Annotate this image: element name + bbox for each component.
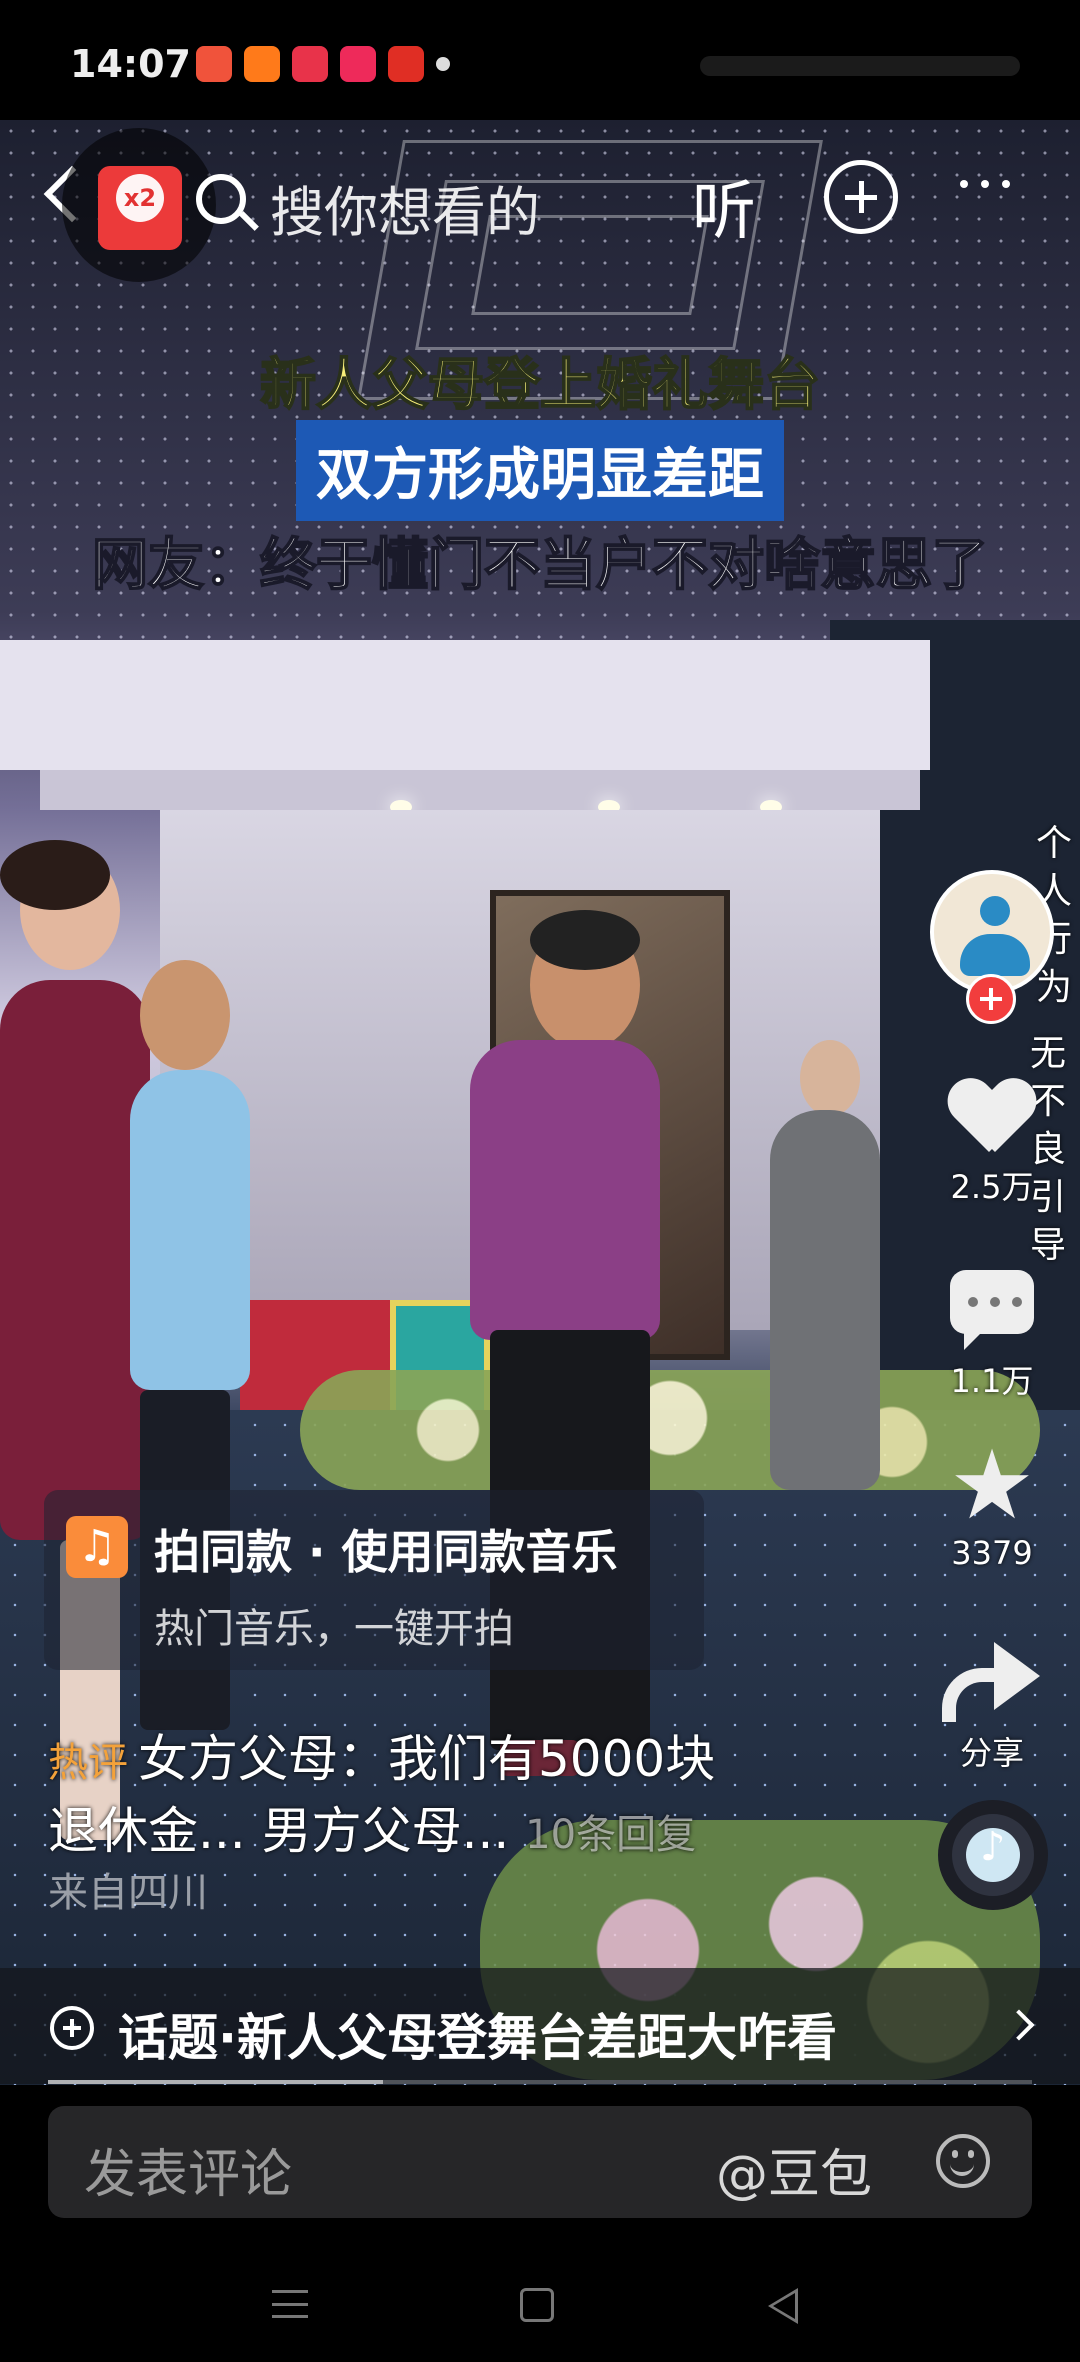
comment-icon [950, 1270, 1034, 1350]
toutiao-app-icon [388, 46, 424, 82]
music-note-icon: ♫ [66, 1516, 128, 1578]
status-app-icons [196, 46, 450, 82]
video-app-icon [196, 46, 232, 82]
avatar-eye-icon [980, 896, 1010, 926]
video-headline-3: 网友：终于懂门不当户不对啥意思了 [91, 532, 989, 599]
add-button[interactable] [824, 160, 898, 234]
mention-doubao-button[interactable]: @豆包 [716, 2132, 872, 2207]
share-button[interactable]: 分享 [930, 1640, 1054, 1774]
status-bar: 14:07 [0, 0, 1080, 120]
top-bar: x2 搜你想看的 听 [0, 120, 1080, 282]
reply-count[interactable]: 10条回复 [525, 1812, 696, 1858]
share-label: 分享 [959, 1734, 1024, 1772]
game-app-icon [292, 46, 328, 82]
douyin-app-icon [340, 46, 376, 82]
comment-input[interactable]: 发表评论 [84, 2132, 292, 2207]
chevron-right-icon [1003, 2009, 1035, 2041]
favorite-button[interactable]: ★ 3379 [930, 1429, 1054, 1572]
topic-text: 话题·新人父母登舞台差距大咋看 [118, 2009, 837, 2067]
recent-apps-icon[interactable] [272, 2290, 308, 2318]
status-time: 14:07 [70, 42, 191, 86]
system-nav-bar [0, 2240, 1080, 2362]
hot-comment-line1: 女方父母：我们有5000块 [138, 1730, 716, 1788]
topic-bar[interactable]: 话题·新人父母登舞台差距大咋看 [0, 1968, 1080, 2084]
red-packet-coin-icon: x2 [116, 174, 164, 222]
music-card-subtitle: 热门音乐，一键开拍 [154, 1606, 514, 1652]
video-progress-fill [48, 2080, 383, 2084]
video-headline-2: 双方形成明显差距 [0, 420, 1080, 521]
video-headline-1: 新人父母登上婚礼舞台 [259, 352, 821, 419]
video-headline-2-text: 双方形成明显差距 [296, 420, 784, 521]
like-button[interactable]: 2.5万 [930, 1080, 1054, 1208]
person-host-woman [770, 1040, 890, 1500]
more-options-button[interactable] [960, 180, 1010, 188]
comment-bar: 发表评论 @豆包 [48, 2106, 1032, 2218]
taobao-app-icon [244, 46, 280, 82]
status-indicators [700, 56, 1020, 76]
music-disc-button[interactable]: ♪ [938, 1800, 1048, 1910]
location-label: 来自四川 [48, 1870, 208, 1916]
comment-count: 1.1万 [950, 1362, 1034, 1400]
heart-icon [949, 1080, 1035, 1158]
use-music-card[interactable]: ♫ 拍同款 · 使用同款音乐 热门音乐，一键开拍 [44, 1490, 704, 1670]
red-packet-button[interactable]: x2 [62, 128, 216, 282]
music-note-icon: ♪ [980, 1824, 1006, 1870]
red-packet-icon: x2 [98, 166, 182, 250]
search-icon[interactable] [196, 174, 246, 224]
hot-comment-tag: 热评 [48, 1740, 128, 1786]
ceiling-edge [40, 770, 920, 810]
home-icon[interactable] [520, 2288, 554, 2322]
emoji-icon[interactable] [936, 2134, 990, 2188]
share-icon [942, 1640, 1042, 1722]
topic-plus-icon [50, 2006, 94, 2050]
like-count: 2.5万 [950, 1168, 1034, 1206]
screen: 14:07 新人父母登上婚礼舞台 双方形成明显差距 网友：终于懂门不当户不对啥意… [0, 0, 1080, 2362]
search-input[interactable]: 搜你想看的 [270, 168, 540, 247]
dot-icon [981, 180, 989, 188]
comment-button[interactable]: 1.1万 [930, 1270, 1054, 1402]
dot-icon [1002, 180, 1010, 188]
red-packet-label: x2 [123, 184, 157, 212]
hot-comment-line2: 退休金... 男方父母... [48, 1802, 510, 1860]
hot-comment[interactable]: 热评 女方父母：我们有5000块 退休金... 男方父母... 10条回复 [48, 1725, 868, 1869]
back-nav-icon[interactable] [768, 2288, 798, 2324]
dot-icon [960, 180, 968, 188]
follow-plus-icon[interactable] [966, 974, 1016, 1024]
star-icon: ★ [948, 1429, 1036, 1541]
notification-dot-icon [436, 57, 450, 71]
music-card-title: 拍同款 · 使用同款音乐 [154, 1525, 618, 1579]
avatar-alien-icon [960, 934, 1030, 976]
video-progress-bar[interactable] [48, 2080, 1032, 2084]
ceiling-panel [0, 640, 930, 770]
listen-button[interactable]: 听 [692, 160, 756, 252]
